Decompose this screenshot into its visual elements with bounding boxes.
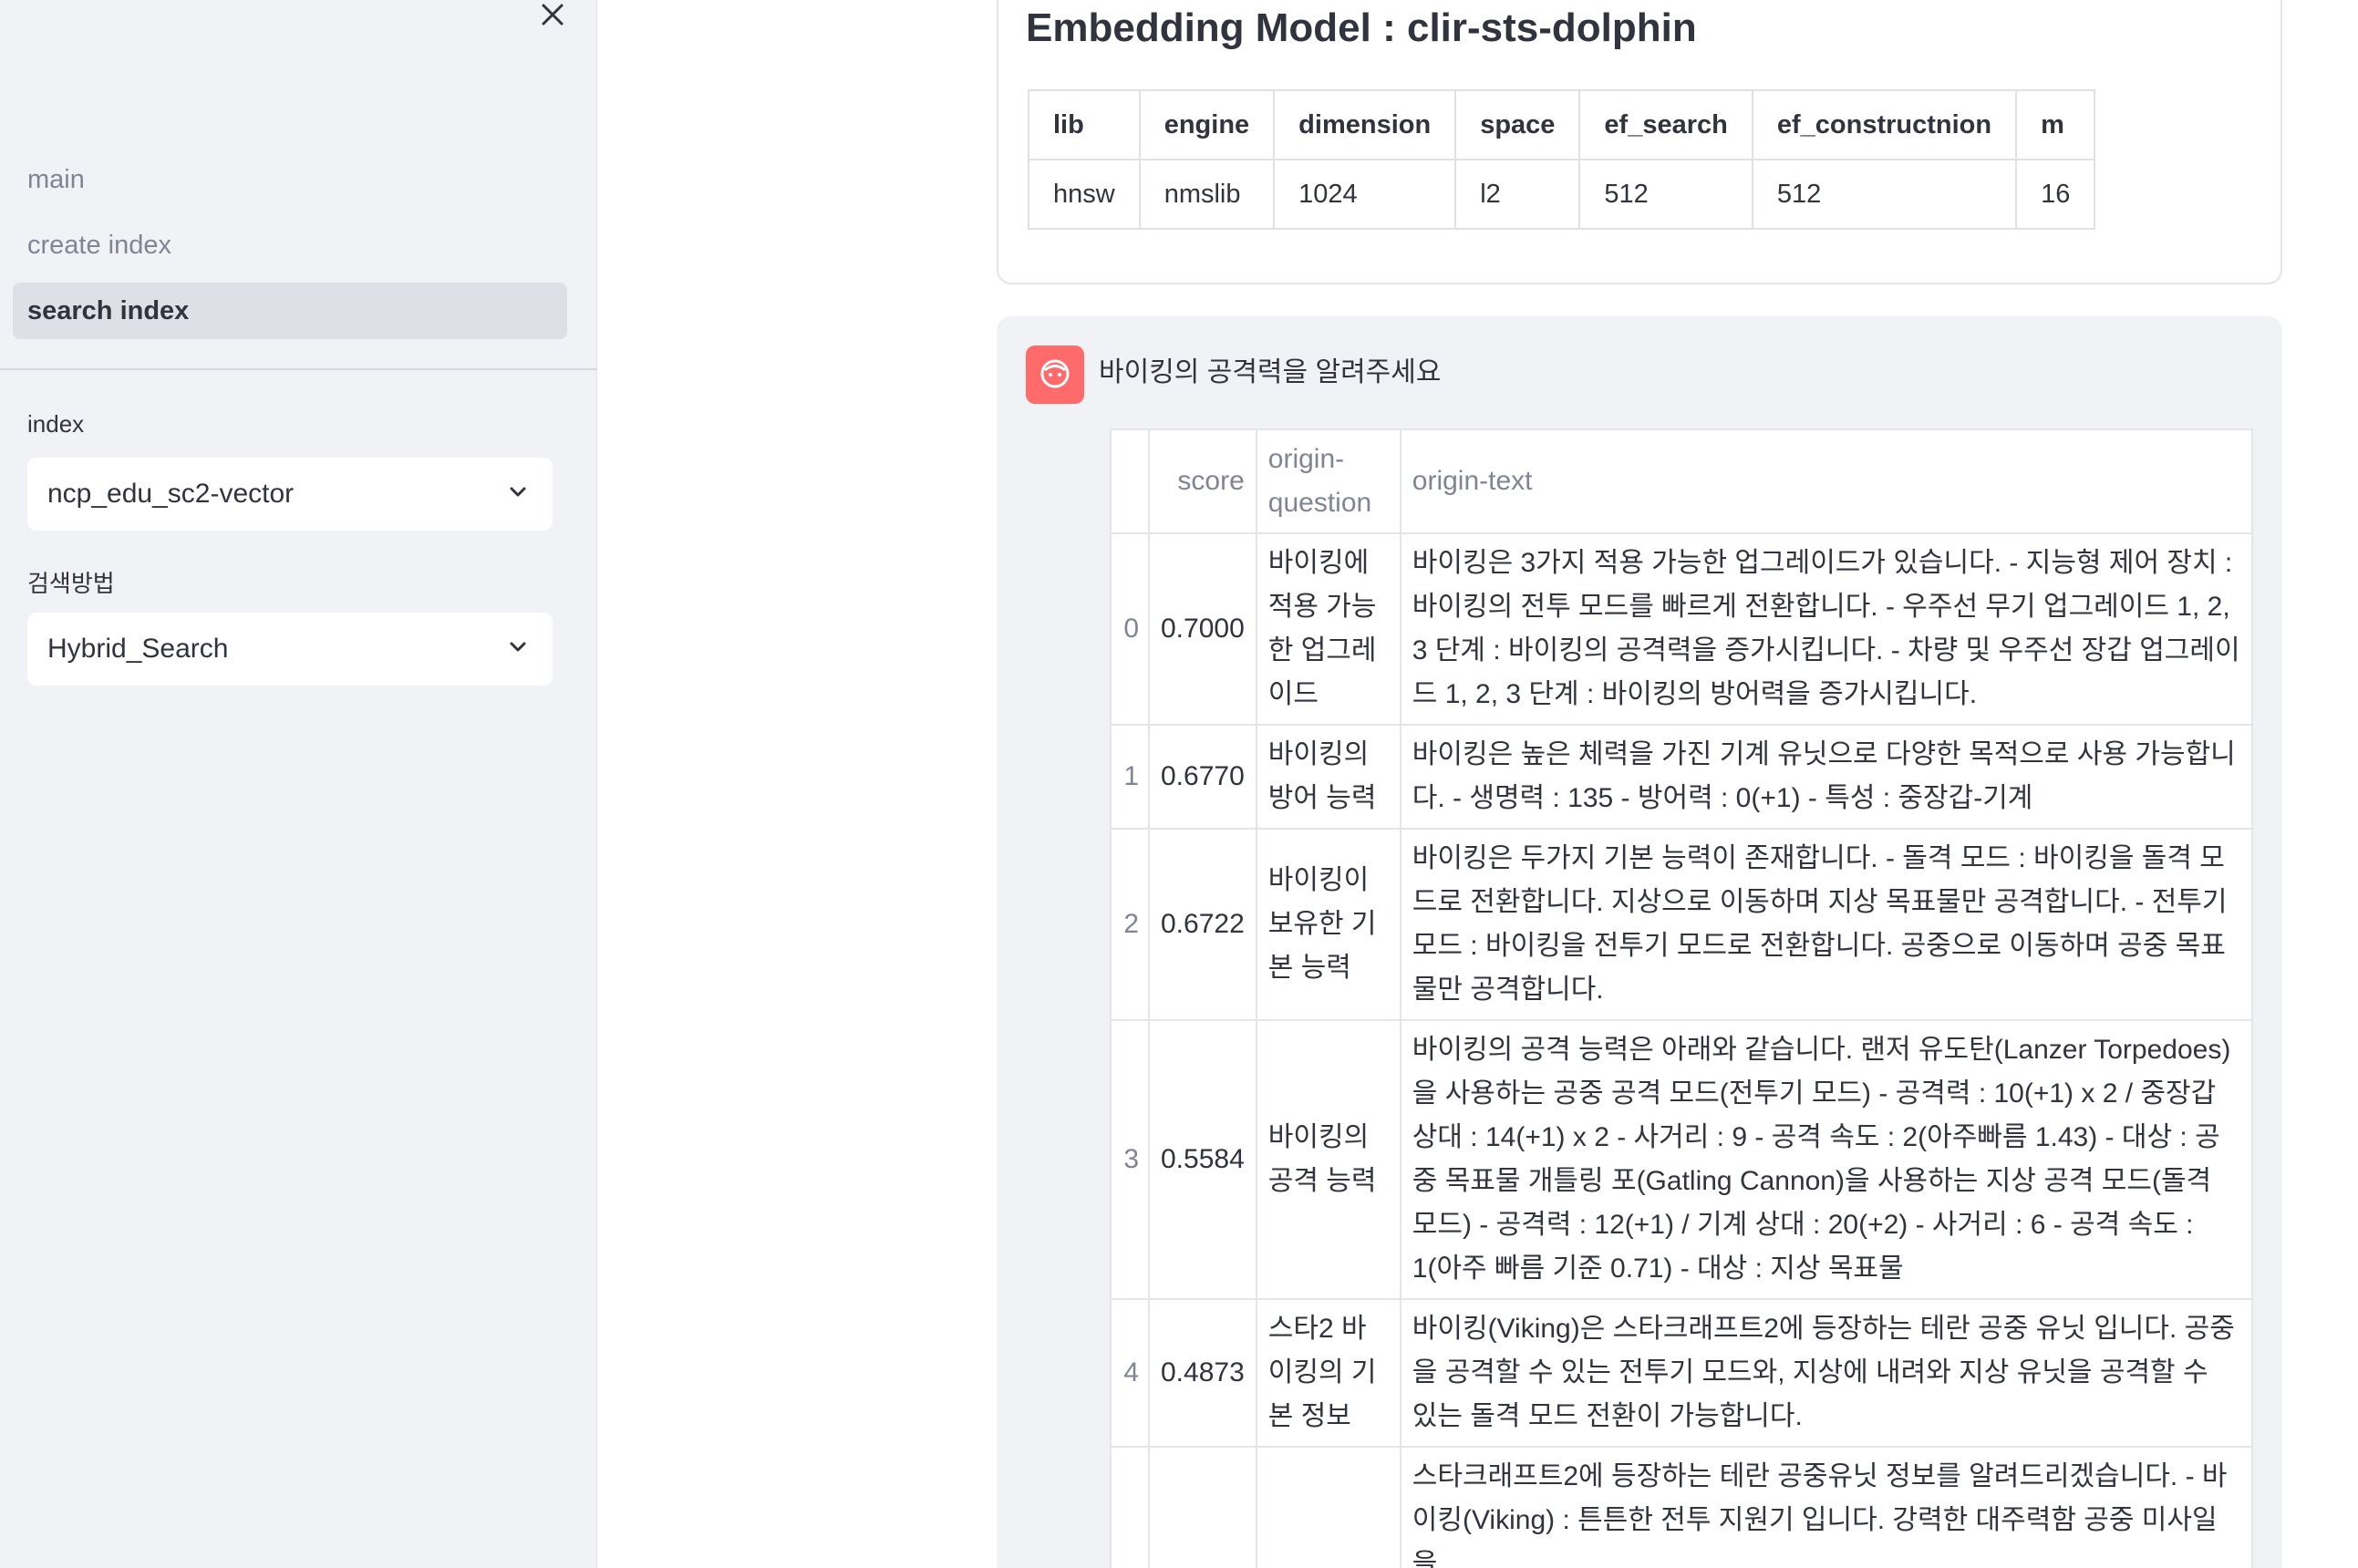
results-header-row: score origin-question origin-text bbox=[1110, 428, 2253, 534]
nav-item-search-index[interactable]: search index bbox=[13, 283, 567, 339]
score-header[interactable]: score bbox=[1148, 428, 1257, 534]
config-header-cell: ef_search bbox=[1578, 89, 1753, 160]
origin-question-cell: 바이킹이 보유한 기본 능력 bbox=[1255, 828, 1401, 1021]
origin-question-header[interactable]: origin-question bbox=[1255, 428, 1401, 534]
score-cell: 0.6770 bbox=[1148, 724, 1257, 830]
config-value-cell: 512 bbox=[1578, 159, 1753, 230]
score-cell: 0.5584 bbox=[1148, 1019, 1257, 1300]
config-value-cell: 512 bbox=[1751, 159, 2018, 230]
row-index: 4 bbox=[1110, 1298, 1150, 1448]
close-icon bbox=[540, 2, 565, 32]
nav-item-create-index[interactable]: create index bbox=[13, 217, 567, 273]
score-cell: 0.6722 bbox=[1148, 828, 1257, 1021]
user-face-icon bbox=[1037, 355, 1073, 396]
score-cell: 0.7000 bbox=[1148, 532, 1257, 726]
config-header-cell: engine bbox=[1138, 89, 1276, 160]
search-method-select-value: Hybrid_Search bbox=[47, 634, 229, 664]
chat-message: 바이킹의 공격력을 알려주세요 score origin-question or… bbox=[997, 316, 2282, 1568]
page-nav: main create index search index bbox=[13, 151, 567, 348]
index-select[interactable]: ncp_edu_sc2-vector bbox=[27, 458, 553, 531]
config-value-cell: hnsw bbox=[1028, 159, 1141, 230]
table-row: 3 0.5584 바이킹의 공격 능력 바이킹의 공격 능력은 아래와 같습니다… bbox=[1110, 1019, 2253, 1300]
origin-question-cell: 바이킹의 공격 능력 bbox=[1255, 1019, 1401, 1300]
origin-text-cell: 바이킹(Viking)은 스타크래프트2에 등장하는 테란 공중 유닛 입니다.… bbox=[1399, 1298, 2253, 1448]
main-content: Embedding Model : clir-sts-dolphin lib e… bbox=[597, 0, 2358, 1568]
row-index bbox=[1110, 1446, 1150, 1568]
config-header-cell: lib bbox=[1028, 89, 1141, 160]
search-method-label: 검색방법 bbox=[27, 570, 115, 597]
nav-item-main[interactable]: main bbox=[13, 151, 567, 208]
config-header-cell: dimension bbox=[1273, 89, 1457, 160]
table-row: 스타크래프트2에 등장하는 테란 공중유닛 정보를 알려드리겠습니다. - 바이… bbox=[1110, 1446, 2253, 1568]
origin-text-cell: 바이킹은 높은 체력을 가진 기계 유닛으로 다양한 목적으로 사용 가능합니다… bbox=[1399, 724, 2253, 830]
index-label: index bbox=[27, 410, 85, 438]
origin-question-cell: 바이킹의 방어 능력 bbox=[1255, 724, 1401, 830]
config-header-cell: ef_constructnion bbox=[1751, 89, 2018, 160]
config-value-cell: 1024 bbox=[1273, 159, 1457, 230]
origin-text-cell: 바이킹은 3가지 적용 가능한 업그레이드가 있습니다. - 지능형 제어 장치… bbox=[1399, 532, 2253, 726]
sidebar-divider bbox=[0, 368, 597, 370]
index-select-value: ncp_edu_sc2-vector bbox=[47, 479, 295, 509]
origin-text-cell: 스타크래프트2에 등장하는 테란 공중유닛 정보를 알려드리겠습니다. - 바이… bbox=[1399, 1446, 2253, 1568]
config-header-row: lib engine dimension space ef_search ef_… bbox=[1028, 89, 2096, 160]
origin-question-cell bbox=[1255, 1446, 1401, 1568]
row-index: 0 bbox=[1110, 532, 1150, 726]
score-cell: 0.4873 bbox=[1148, 1298, 1257, 1448]
chat-message-text: 바이킹의 공격력을 알려주세요 bbox=[1099, 357, 1442, 387]
row-index: 3 bbox=[1110, 1019, 1150, 1300]
config-header-cell: m bbox=[2015, 89, 2096, 160]
row-index: 1 bbox=[1110, 724, 1150, 830]
origin-text-cell: 바이킹의 공격 능력은 아래와 같습니다. 랜저 유도탄(Lanzer Torp… bbox=[1399, 1019, 2253, 1300]
score-cell bbox=[1148, 1446, 1257, 1568]
table-row: 0 0.7000 바이킹에 적용 가능한 업그레이드 바이킹은 3가지 적용 가… bbox=[1110, 532, 2253, 726]
config-value-cell: l2 bbox=[1454, 159, 1581, 230]
index-config-table: lib engine dimension space ef_search ef_… bbox=[1028, 89, 2096, 230]
search-method-select[interactable]: Hybrid_Search bbox=[27, 613, 553, 686]
config-header-cell: space bbox=[1454, 89, 1581, 160]
user-avatar bbox=[1026, 346, 1084, 404]
config-value-cell: 16 bbox=[2015, 159, 2096, 230]
origin-question-cell: 스타2 바이킹의 기본 정보 bbox=[1255, 1298, 1401, 1448]
config-value-row: hnsw nmslib 1024 l2 512 512 16 bbox=[1028, 159, 2096, 230]
sidebar: main create index search index index ncp… bbox=[0, 0, 597, 1568]
chevron-down-icon bbox=[507, 634, 529, 665]
config-value-cell: nmslib bbox=[1138, 159, 1276, 230]
embedding-model-heading: Embedding Model : clir-sts-dolphin bbox=[1026, 5, 1697, 50]
chevron-down-icon bbox=[507, 479, 529, 510]
table-row: 1 0.6770 바이킹의 방어 능력 바이킹은 높은 체력을 가진 기계 유닛… bbox=[1110, 724, 2253, 830]
origin-text-header[interactable]: origin-text bbox=[1399, 428, 2253, 534]
table-row: 2 0.6722 바이킹이 보유한 기본 능력 바이킹은 두가지 기본 능력이 … bbox=[1110, 828, 2253, 1021]
table-row: 4 0.4873 스타2 바이킹의 기본 정보 바이킹(Viking)은 스타크… bbox=[1110, 1298, 2253, 1448]
row-index: 2 bbox=[1110, 828, 1150, 1021]
origin-text-cell: 바이킹은 두가지 기본 능력이 존재합니다. - 돌격 모드 : 바이킹을 돌격… bbox=[1399, 828, 2253, 1021]
embedding-model-card: Embedding Model : clir-sts-dolphin lib e… bbox=[997, 0, 2282, 284]
close-sidebar-button[interactable] bbox=[536, 0, 569, 33]
index-header-cell bbox=[1110, 428, 1150, 534]
origin-question-cell: 바이킹에 적용 가능한 업그레이드 bbox=[1255, 532, 1401, 726]
search-results-table: score origin-question origin-text 0 0.70… bbox=[1110, 428, 2253, 1568]
